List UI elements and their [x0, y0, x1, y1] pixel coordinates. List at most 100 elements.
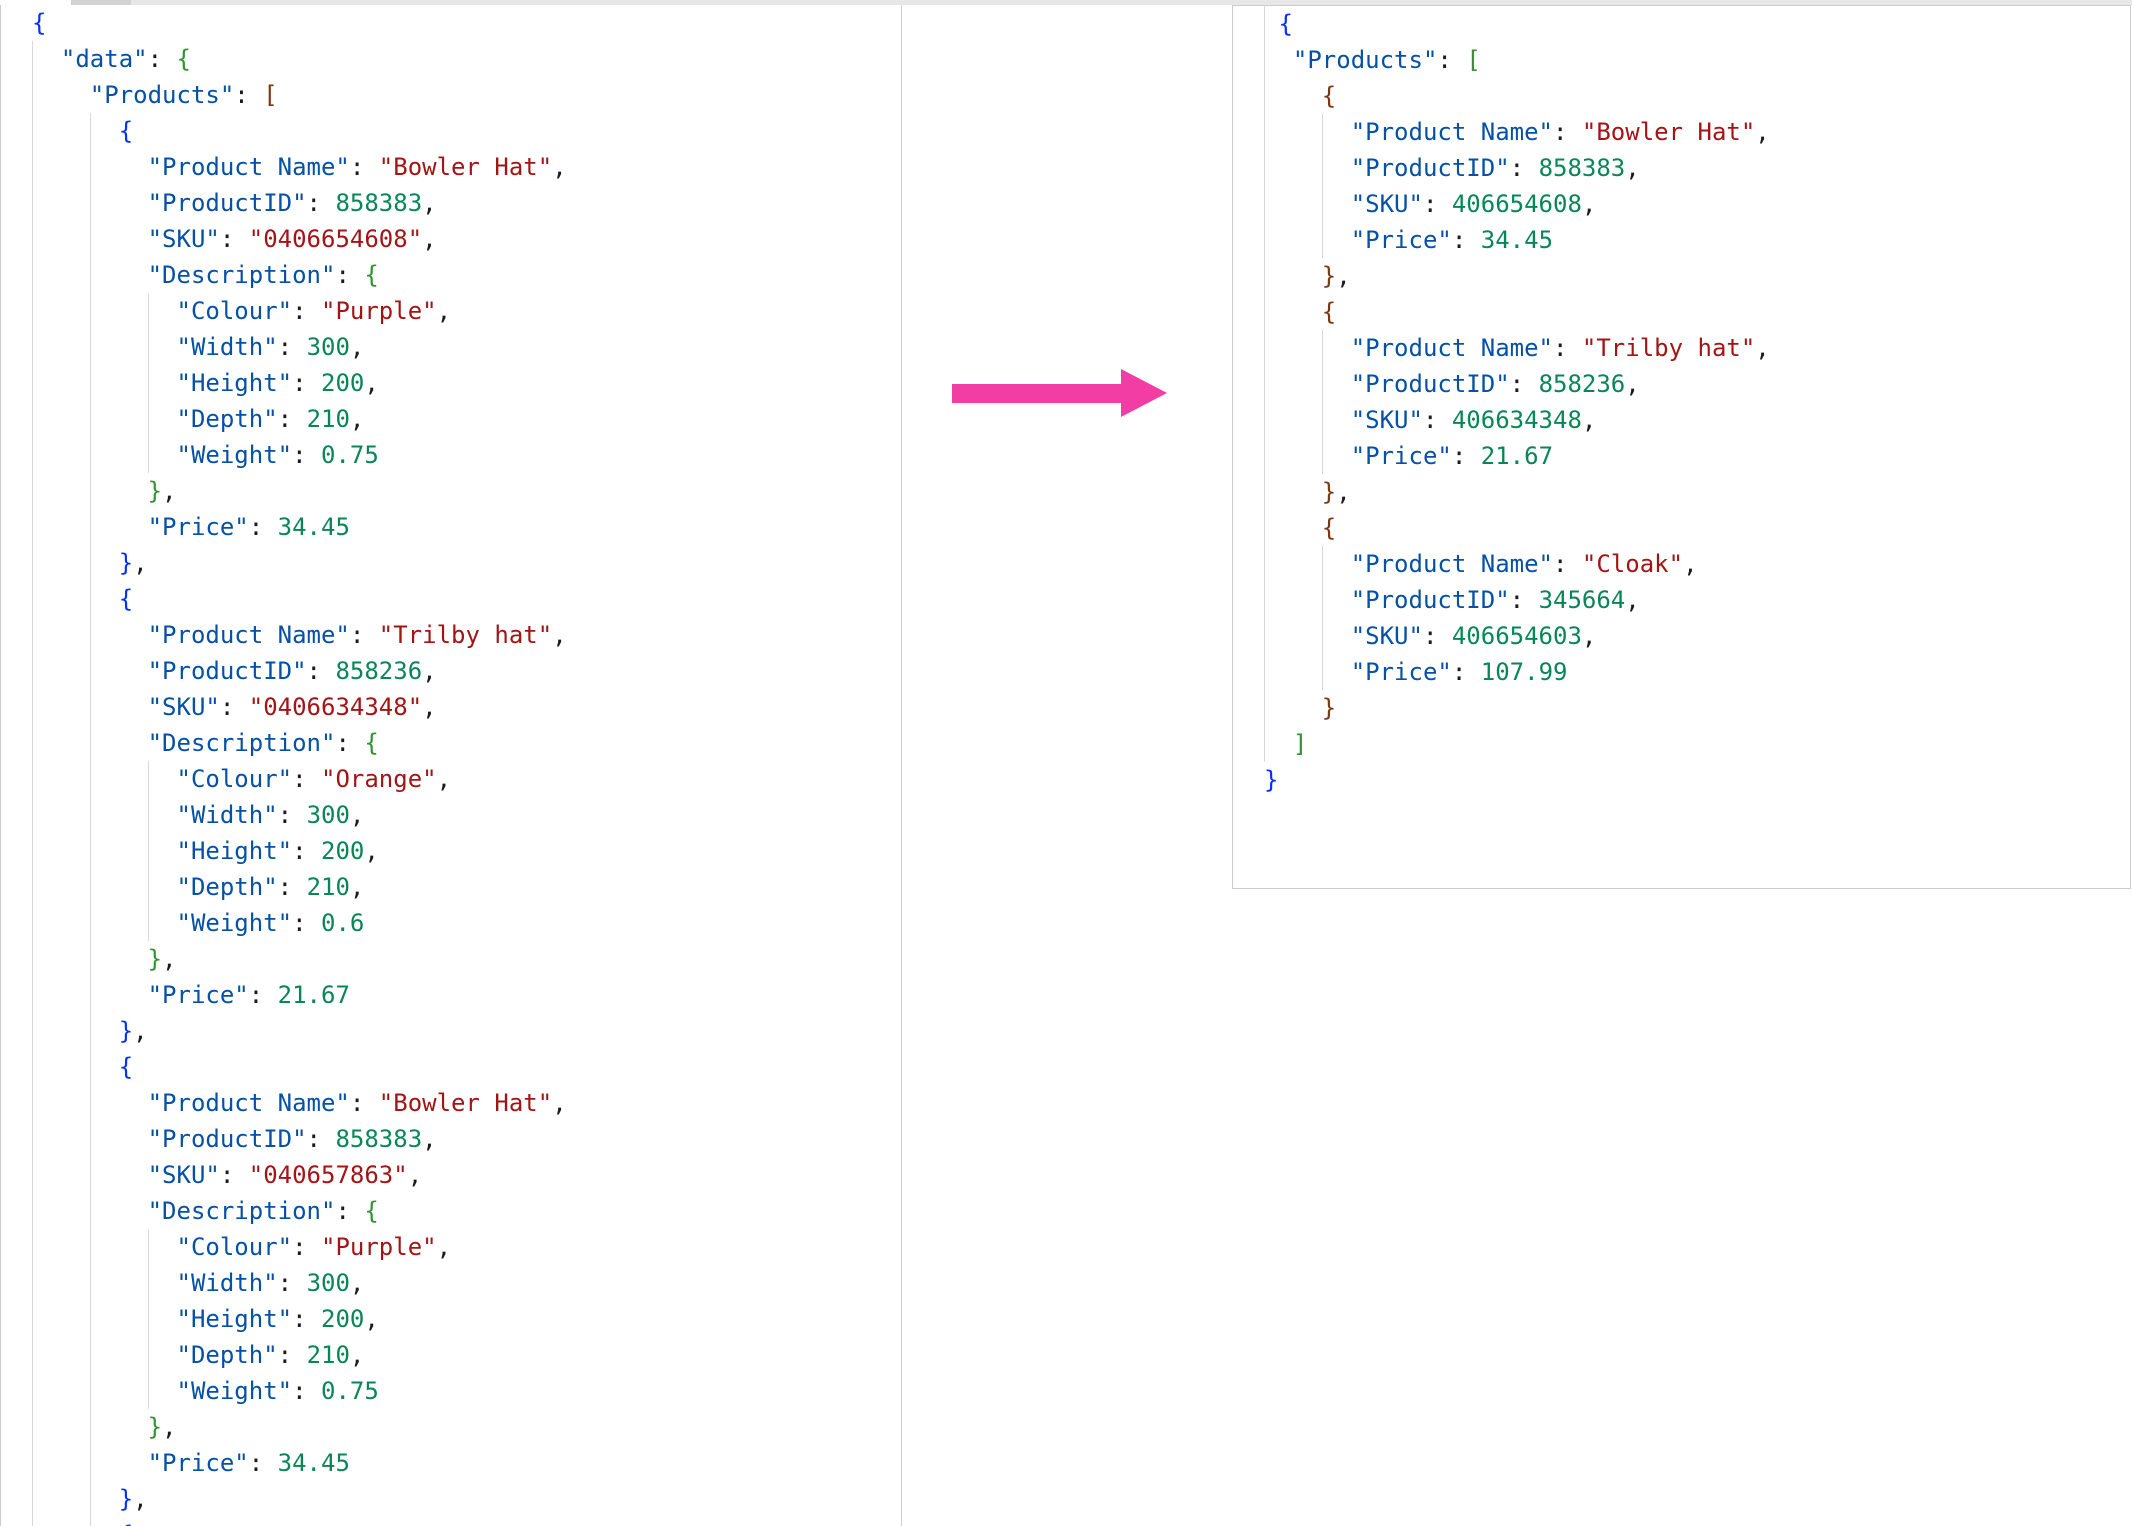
json-number: 0.75	[321, 1377, 379, 1405]
json-punctuation: ,	[350, 1341, 364, 1369]
indent-guide	[32, 797, 33, 833]
code-line: {	[1, 581, 901, 617]
json-punctuation: {	[364, 1197, 378, 1225]
json-key: "Description"	[148, 1197, 336, 1225]
indent-guide	[148, 1301, 149, 1337]
json-key: "SKU"	[148, 225, 220, 253]
json-punctuation: ,	[437, 1233, 451, 1261]
json-punctuation: ,	[133, 549, 147, 577]
json-number: 858236	[335, 657, 422, 685]
json-string: "Trilby hat"	[379, 621, 552, 649]
indent-guide	[1322, 330, 1323, 366]
code-line: },	[1, 1409, 901, 1445]
transform-arrow-icon	[952, 369, 1167, 417]
json-punctuation: :	[1553, 334, 1582, 362]
json-punctuation: ,	[1336, 262, 1350, 290]
indent-guide	[1264, 474, 1265, 510]
code-line: "ProductID": 858383,	[1, 185, 901, 221]
json-punctuation: :	[1510, 154, 1539, 182]
json-key: "Product Name"	[1351, 550, 1553, 578]
indent-guide	[32, 1157, 33, 1193]
json-punctuation: :	[292, 765, 321, 793]
json-punctuation: }	[148, 477, 162, 505]
screenshot-canvas: { "data": { "Products": [ { "Product Nam…	[0, 0, 2132, 1526]
indent-guide	[90, 1193, 91, 1229]
json-key: "Price"	[1351, 442, 1452, 470]
indent-guide	[148, 365, 149, 401]
indent-guide	[1264, 150, 1265, 186]
json-key: "Weight"	[177, 909, 293, 937]
indent-guide	[1322, 546, 1323, 582]
json-key: "data"	[61, 45, 148, 73]
json-punctuation: :	[278, 801, 307, 829]
indent-guide	[1264, 546, 1265, 582]
json-key: "ProductID"	[148, 657, 307, 685]
json-number: 858236	[1539, 370, 1626, 398]
json-number: 210	[307, 873, 350, 901]
json-number: 21.67	[1481, 442, 1553, 470]
json-punctuation: :	[335, 1197, 364, 1225]
indent-guide	[32, 1373, 33, 1409]
indent-guide	[90, 905, 91, 941]
indent-guide	[1264, 366, 1265, 402]
json-punctuation: }	[1322, 262, 1336, 290]
json-key: "ProductID"	[148, 1125, 307, 1153]
output-json-panel[interactable]: { "Products": [ { "Product Name": "Bowle…	[1232, 5, 2131, 889]
input-json-editor[interactable]: { "data": { "Products": [ { "Product Nam…	[0, 5, 902, 1526]
json-key: "Description"	[148, 729, 336, 757]
json-key: "Product Name"	[148, 621, 350, 649]
json-punctuation: ,	[350, 333, 364, 361]
json-punctuation: ,	[350, 1269, 364, 1297]
json-punctuation: {	[1322, 514, 1336, 542]
indent-guide	[90, 1157, 91, 1193]
json-punctuation: :	[350, 621, 379, 649]
indent-guide	[32, 833, 33, 869]
indent-guide	[90, 1265, 91, 1301]
indent-guide	[90, 761, 91, 797]
indent-guide	[1264, 222, 1265, 258]
code-line: },	[1, 1481, 901, 1517]
indent-guide	[32, 149, 33, 185]
code-line: {	[1233, 6, 2130, 42]
json-punctuation: ,	[1582, 406, 1596, 434]
json-number: 200	[321, 369, 364, 397]
indent-guide	[1264, 294, 1265, 330]
json-punctuation: ,	[162, 1413, 176, 1441]
json-punctuation: :	[1510, 370, 1539, 398]
code-line: "Product Name": "Bowler Hat",	[1, 149, 901, 185]
indent-guide	[148, 1265, 149, 1301]
json-punctuation: ,	[364, 837, 378, 865]
json-punctuation: :	[1452, 442, 1481, 470]
indent-guide	[90, 1337, 91, 1373]
indent-guide	[1264, 186, 1265, 222]
json-punctuation: :	[350, 1089, 379, 1117]
indent-guide	[90, 149, 91, 185]
json-number: 406654608	[1452, 190, 1582, 218]
json-punctuation: ,	[422, 1125, 436, 1153]
json-punctuation: ,	[437, 765, 451, 793]
indent-guide	[1264, 618, 1265, 654]
indent-guide	[32, 293, 33, 329]
indent-guide	[90, 365, 91, 401]
json-punctuation: :	[234, 81, 263, 109]
json-punctuation: ,	[1625, 154, 1639, 182]
indent-guide	[32, 977, 33, 1013]
json-string: "Bowler Hat"	[1582, 118, 1755, 146]
indent-guide	[1322, 618, 1323, 654]
indent-guide	[32, 761, 33, 797]
indent-guide	[148, 761, 149, 797]
code-line: "Price": 107.99	[1233, 654, 2130, 690]
json-punctuation: :	[1553, 118, 1582, 146]
code-line: },	[1233, 474, 2130, 510]
json-punctuation: :	[292, 1305, 321, 1333]
json-key: "Product Name"	[148, 1089, 350, 1117]
json-key: "ProductID"	[1351, 586, 1510, 614]
code-line: "Height": 200,	[1, 833, 901, 869]
code-line: "SKU": "0406654608",	[1, 221, 901, 257]
output-json-code: { "Products": [ { "Product Name": "Bowle…	[1233, 6, 2130, 798]
json-punctuation: ,	[1625, 370, 1639, 398]
code-line: {	[1233, 78, 2130, 114]
json-punctuation: {	[364, 261, 378, 289]
json-punctuation: ,	[364, 1305, 378, 1333]
json-number: 300	[307, 801, 350, 829]
